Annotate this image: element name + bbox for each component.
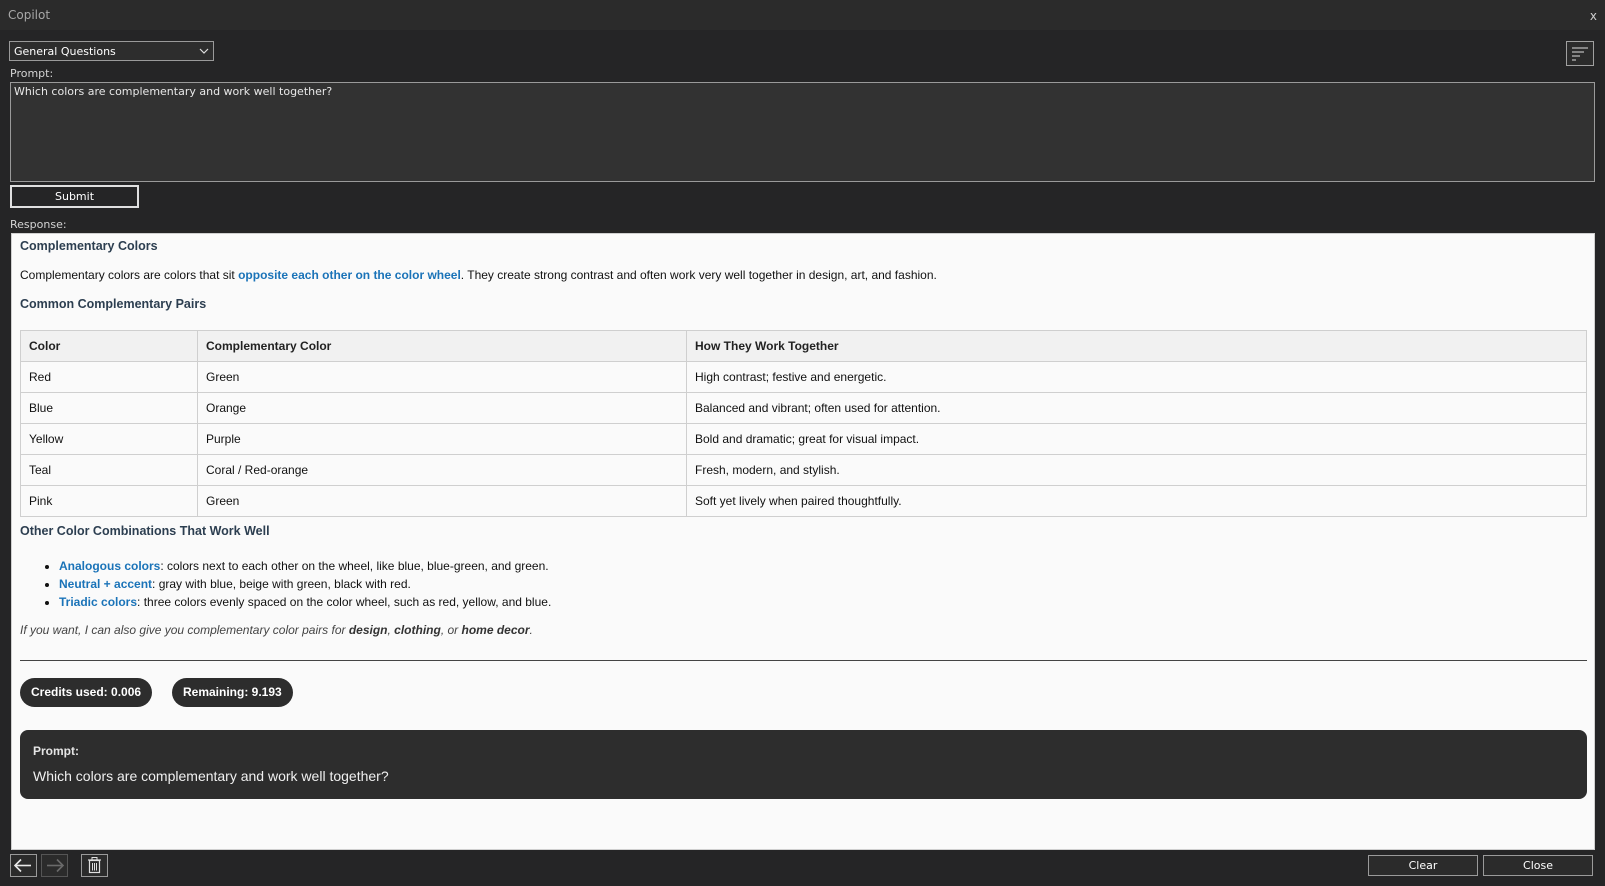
- response-intro: Complementary colors are colors that sit…: [20, 268, 937, 282]
- combinations-list: Analogous colors: colors next to each ot…: [12, 557, 551, 611]
- mode-select-value: General Questions: [14, 45, 116, 58]
- pairs-heading: Common Complementary Pairs: [20, 297, 207, 311]
- note-text: If you want, I can also give you complem…: [20, 623, 349, 637]
- list-item: Neutral + accent: gray with blue, beige …: [59, 575, 551, 593]
- table-cell: Coral / Red-orange: [197, 454, 687, 486]
- list-item-text: : colors next to each other on the wheel…: [160, 559, 549, 573]
- table-cell: Blue: [20, 392, 198, 424]
- note-emphasis: design: [348, 623, 388, 637]
- chevron-down-icon: [199, 48, 209, 54]
- prompt-echo-text: Which colors are complementary and work …: [33, 768, 389, 784]
- table-cell: Teal: [20, 454, 198, 486]
- table-cell: Yellow: [20, 423, 198, 455]
- remaining-credits-badge: Remaining: 9.193: [172, 678, 293, 707]
- window-title: Copilot: [8, 8, 51, 22]
- response-label: Response:: [10, 218, 67, 231]
- bottom-bar: [0, 851, 1605, 886]
- list-item-text: : gray with blue, beige with green, blac…: [152, 577, 411, 591]
- prompt-echo-heading: Prompt:: [33, 744, 79, 758]
- table-header-cell: How They Work Together: [686, 330, 1587, 362]
- table-cell: Orange: [197, 392, 687, 424]
- note-text: , or: [440, 623, 462, 637]
- table-cell: Soft yet lively when paired thoughtfully…: [686, 485, 1587, 517]
- intro-text-before: Complementary colors are colors that sit: [20, 268, 239, 282]
- credits-used-badge: Credits used: 0.006: [20, 678, 153, 707]
- table-header-cell: Color: [20, 330, 198, 362]
- menu-icon: [1572, 47, 1588, 61]
- clear-button[interactable]: Clear: [1368, 855, 1478, 876]
- table-cell: Fresh, modern, and stylish.: [686, 454, 1587, 486]
- response-heading: Complementary Colors: [20, 239, 158, 253]
- divider: [20, 660, 1587, 661]
- table-cell: Balanced and vibrant; often used for att…: [686, 392, 1587, 424]
- other-combinations-heading: Other Color Combinations That Work Well: [20, 524, 270, 538]
- forward-button[interactable]: [41, 854, 68, 877]
- table-row: Blue Orange Balanced and vibrant; often …: [20, 392, 1587, 424]
- list-item-text: : three colors evenly spaced on the colo…: [137, 595, 552, 609]
- table-row: Teal Coral / Red-orange Fresh, modern, a…: [20, 454, 1587, 486]
- trash-icon: [88, 857, 101, 874]
- table-header-row: Color Complementary Color How They Work …: [20, 330, 1587, 362]
- table-cell: High contrast; festive and energetic.: [686, 361, 1587, 393]
- prompt-input[interactable]: Which colors are complementary and work …: [10, 82, 1595, 182]
- list-item-term: Neutral + accent: [59, 577, 153, 591]
- list-item: Analogous colors: colors next to each ot…: [59, 557, 551, 575]
- table-cell: Green: [197, 485, 687, 517]
- list-item-term: Triadic colors: [59, 595, 138, 609]
- note-emphasis: clothing: [394, 623, 441, 637]
- table-cell: Bold and dramatic; great for visual impa…: [686, 423, 1587, 455]
- mode-select[interactable]: General Questions: [9, 41, 214, 61]
- list-item: Triadic colors: three colors evenly spac…: [59, 593, 551, 611]
- delete-button[interactable]: [81, 854, 108, 877]
- close-button[interactable]: Close: [1483, 855, 1593, 876]
- options-menu-button[interactable]: [1566, 41, 1594, 66]
- note-emphasis: home decor: [461, 623, 530, 637]
- window-close-icon[interactable]: x: [1590, 9, 1597, 23]
- prompt-label: Prompt:: [10, 67, 54, 80]
- intro-highlight: opposite each other on the color wheel: [238, 268, 461, 282]
- complementary-table: Color Complementary Color How They Work …: [20, 330, 1587, 517]
- table-header-cell: Complementary Color: [197, 330, 687, 362]
- arrow-right-icon: [47, 858, 65, 873]
- prompt-echo-card: Prompt: Which colors are complementary a…: [20, 730, 1587, 799]
- table-row: Red Green High contrast; festive and ene…: [20, 361, 1587, 393]
- table-cell: Green: [197, 361, 687, 393]
- followup-note: If you want, I can also give you complem…: [20, 623, 533, 637]
- back-button[interactable]: [10, 854, 37, 877]
- list-item-term: Analogous colors: [59, 559, 161, 573]
- submit-button[interactable]: Submit: [10, 185, 139, 208]
- table-cell: Pink: [20, 485, 198, 517]
- note-text: .: [529, 623, 533, 637]
- title-bar: Copilot x: [0, 0, 1605, 30]
- response-panel: Complementary Colors Complementary color…: [11, 233, 1595, 850]
- arrow-left-icon: [13, 858, 31, 873]
- table-cell: Purple: [197, 423, 687, 455]
- table-cell: Red: [20, 361, 198, 393]
- table-row: Yellow Purple Bold and dramatic; great f…: [20, 423, 1587, 455]
- intro-text-after: . They create strong contrast and often …: [460, 268, 937, 282]
- table-row: Pink Green Soft yet lively when paired t…: [20, 485, 1587, 517]
